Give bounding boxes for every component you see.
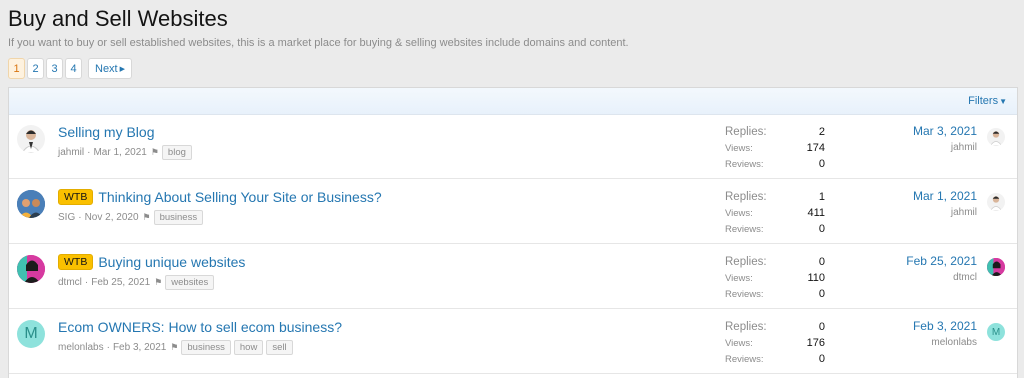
- last-post-user[interactable]: dtmcl: [906, 272, 977, 283]
- tag[interactable]: business: [181, 340, 231, 355]
- replies-label: Replies:: [725, 126, 767, 138]
- last-post-date[interactable]: Feb 25, 2021: [906, 254, 977, 268]
- tag-icon: ⚑: [170, 342, 179, 352]
- last-post: Mar 1, 2021 jahmil: [913, 189, 977, 218]
- replies-count: 0: [818, 321, 825, 333]
- thread-date[interactable]: Nov 2, 2020: [85, 212, 139, 223]
- thread-list-header: Filters▼: [9, 88, 1017, 115]
- thread-title[interactable]: Thinking About Selling Your Site or Busi…: [98, 189, 381, 205]
- next-label: Next: [95, 62, 118, 75]
- tag-icon: ⚑: [142, 212, 151, 222]
- meta-separator: ·: [106, 342, 110, 353]
- reviews-label: Reviews:: [725, 223, 764, 235]
- thread-author[interactable]: SIG: [58, 212, 75, 223]
- last-post-date[interactable]: Mar 3, 2021: [913, 124, 977, 138]
- reviews-label: Reviews:: [725, 288, 764, 300]
- reviews-label: Reviews:: [725, 158, 764, 170]
- reviews-count: 0: [818, 223, 825, 235]
- last-post-user[interactable]: jahmil: [913, 207, 977, 218]
- thread-row: M Ecom OWNERS: How to sell ecom business…: [9, 310, 1017, 374]
- thread-title[interactable]: Buying unique websites: [98, 254, 245, 270]
- page-link-3[interactable]: 3: [46, 58, 63, 79]
- views-label: Views:: [725, 272, 753, 284]
- views-label: Views:: [725, 207, 753, 219]
- letter-m-avatar[interactable]: M: [17, 320, 45, 348]
- thread-stats: Replies: 0 Views: 176 Reviews: 0: [725, 319, 825, 367]
- last-poster-avatar[interactable]: [987, 258, 1005, 276]
- last-poster-avatar[interactable]: [987, 193, 1005, 211]
- thread-row: WTB Buying unique websites dtmcl · Feb 2…: [9, 245, 1017, 309]
- reviews-label: Reviews:: [725, 353, 764, 365]
- replies-count: 1: [818, 191, 825, 203]
- photo-woman-icon[interactable]: [17, 255, 45, 283]
- thread-date[interactable]: Mar 1, 2021: [93, 147, 146, 158]
- next-page-button[interactable]: Next ▶: [88, 58, 133, 79]
- views-count: 110: [807, 272, 825, 284]
- views-count: 176: [806, 337, 825, 349]
- meta-separator: ·: [87, 147, 91, 158]
- reviews-count: 0: [818, 158, 825, 170]
- thread-row: Selling my Blog jahmil · Mar 1, 2021 ⚑ b…: [9, 115, 1017, 179]
- views-label: Views:: [725, 142, 753, 154]
- replies-count: 0: [818, 256, 825, 268]
- thread-author[interactable]: jahmil: [58, 147, 84, 158]
- last-post: Mar 3, 2021 jahmil: [913, 124, 977, 153]
- filters-button[interactable]: Filters▼: [968, 95, 1007, 107]
- pagination: 1 2 3 4 Next ▶: [8, 58, 133, 79]
- tag[interactable]: business: [153, 210, 204, 225]
- views-count: 174: [806, 142, 825, 154]
- page-description: If you want to buy or sell established w…: [8, 37, 629, 49]
- meta-separator: ·: [84, 277, 89, 288]
- tag-icon: ⚑: [154, 277, 163, 287]
- replies-label: Replies:: [725, 256, 767, 268]
- page-link-2[interactable]: 2: [27, 58, 44, 79]
- tag[interactable]: blog: [161, 145, 192, 160]
- thread-date[interactable]: Feb 25, 2021: [91, 277, 150, 288]
- thread-title[interactable]: Ecom OWNERS: How to sell ecom business?: [58, 319, 342, 335]
- tag[interactable]: sell: [266, 340, 293, 355]
- thread-list: Filters▼ Selling my Blog jahmil · Mar 1,…: [8, 87, 1018, 378]
- views-label: Views:: [725, 337, 753, 349]
- page-link-1[interactable]: 1: [8, 58, 25, 79]
- reviews-count: 0: [818, 353, 825, 365]
- replies-label: Replies:: [725, 321, 767, 333]
- meta-separator: ·: [78, 212, 82, 223]
- photo-man-icon[interactable]: [17, 125, 45, 153]
- reviews-count: 0: [818, 288, 825, 300]
- thread-stats: Replies: 1 Views: 411 Reviews: 0: [725, 189, 825, 237]
- thread-author[interactable]: melonlabs: [58, 342, 104, 353]
- tag-icon: ⚑: [150, 147, 159, 157]
- last-post-date[interactable]: Mar 1, 2021: [913, 189, 977, 203]
- last-poster-avatar[interactable]: [987, 128, 1005, 146]
- last-post-date[interactable]: Feb 3, 2021: [913, 319, 977, 333]
- wtb-prefix-badge[interactable]: WTB: [58, 189, 94, 205]
- tag[interactable]: websites: [165, 275, 215, 290]
- page-link-4[interactable]: 4: [65, 58, 82, 79]
- chevron-right-icon: ▶: [119, 65, 126, 73]
- thread-stats: Replies: 2 Views: 174 Reviews: 0: [725, 124, 825, 172]
- last-post: Feb 3, 2021 melonlabs: [913, 319, 977, 348]
- thread-title[interactable]: Selling my Blog: [58, 124, 155, 140]
- last-post-user[interactable]: jahmil: [913, 142, 977, 153]
- replies-count: 2: [818, 126, 825, 138]
- page-title: Buy and Sell Websites: [8, 6, 228, 31]
- last-post: Feb 25, 2021 dtmcl: [906, 254, 977, 283]
- last-poster-avatar[interactable]: M: [987, 323, 1005, 341]
- filters-label: Filters: [968, 95, 999, 107]
- caret-down-icon: ▼: [999, 97, 1007, 106]
- thread-author[interactable]: dtmcl: [58, 277, 82, 288]
- photo-group-icon[interactable]: [17, 190, 45, 218]
- tag[interactable]: how: [233, 340, 264, 355]
- thread-stats: Replies: 0 Views: 110 Reviews: 0: [725, 254, 825, 302]
- thread-row: WTB Thinking About Selling Your Site or …: [9, 180, 1017, 244]
- thread-date[interactable]: Feb 3, 2021: [113, 342, 166, 353]
- wtb-prefix-badge[interactable]: WTB: [58, 254, 94, 270]
- views-count: 411: [807, 207, 825, 219]
- last-post-user[interactable]: melonlabs: [913, 337, 977, 348]
- replies-label: Replies:: [725, 191, 767, 203]
